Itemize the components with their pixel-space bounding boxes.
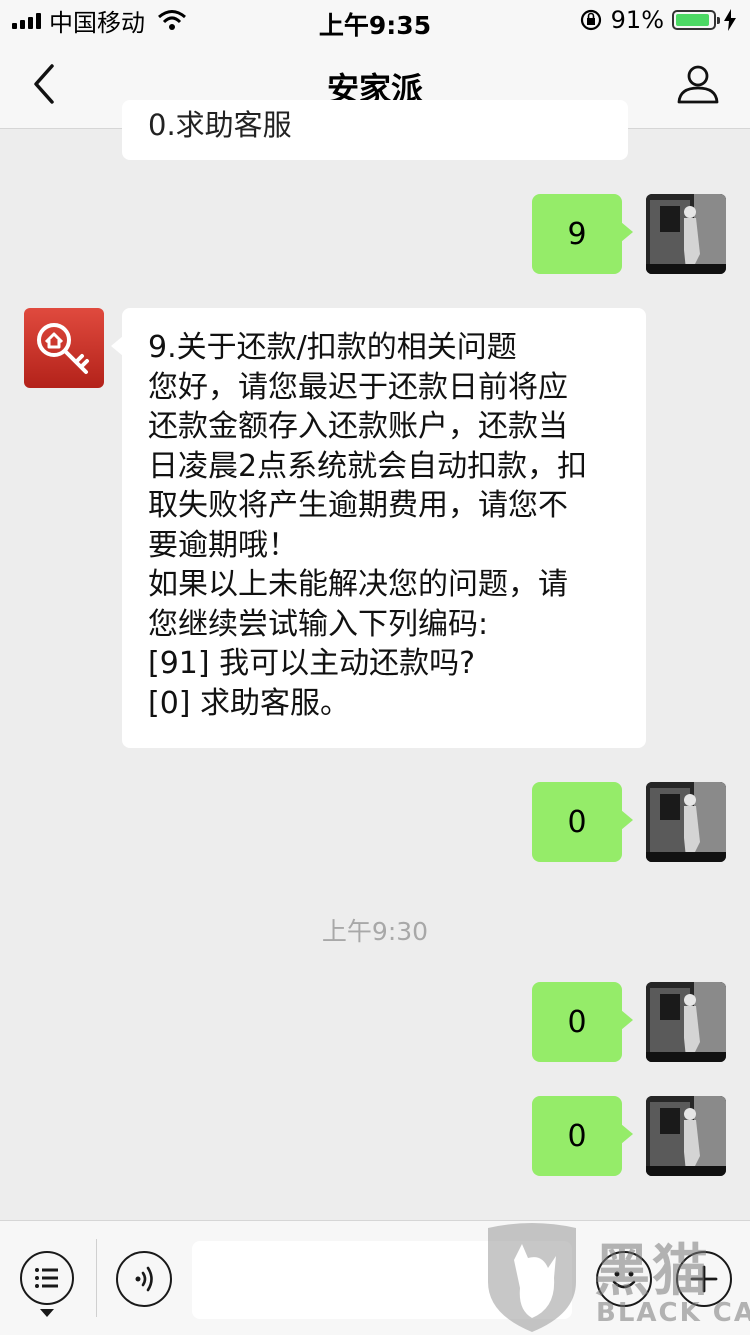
user-photo-icon [646, 194, 726, 274]
message-input[interactable] [192, 1241, 572, 1319]
bot-message-partial-text: 0.求助客服 [148, 108, 292, 142]
self-message-text: 0 [567, 1118, 587, 1154]
more-options-button[interactable] [676, 1251, 732, 1307]
plus-icon [690, 1265, 718, 1293]
self-message-text: 0 [567, 1004, 587, 1040]
voice-icon [135, 1266, 153, 1292]
rotation-lock-icon [580, 9, 601, 31]
status-bar: 中国移动 上午9:35 91% [0, 0, 750, 40]
battery-percent: 91% [610, 6, 664, 34]
back-arrow-icon[interactable] [26, 62, 66, 106]
user-photo-icon [646, 1096, 726, 1176]
self-message-text: 9 [567, 216, 587, 252]
self-message-bubble[interactable]: 0 [532, 1096, 633, 1176]
bot-reply-line: 日凌晨2点系统就会自动扣款，扣 [148, 448, 588, 484]
user-photo-icon [646, 782, 726, 862]
bot-reply-line: 9.关于还款/扣款的相关问题 [148, 330, 517, 365]
dropdown-caret-icon [40, 1309, 54, 1317]
bot-reply-line: 您好，请您最迟于还款日前将应 [148, 369, 568, 405]
list-menu-icon [35, 1268, 58, 1288]
user-photo-icon [646, 982, 726, 1062]
profile-icon[interactable] [676, 62, 720, 106]
charging-bolt-icon [724, 9, 736, 31]
user-avatar[interactable] [646, 982, 726, 1062]
bot-reply-line: [91] 我可以主动还款吗? [148, 646, 476, 681]
user-avatar[interactable] [646, 1096, 726, 1176]
house-key-logo-icon [37, 323, 89, 374]
status-right: 91% [579, 6, 736, 34]
bot-reply-line: 还款金额存入还款账户，还款当 [148, 409, 568, 444]
chat-timestamp: 上午9:30 [321, 917, 429, 946]
voice-input-button[interactable] [116, 1251, 172, 1307]
smiley-icon [612, 1271, 636, 1289]
menu-toggle-button[interactable] [20, 1251, 74, 1305]
user-avatar[interactable] [646, 194, 726, 274]
bot-reply-line: 您继续尝试输入下列编码: [148, 606, 489, 642]
self-message-text: 0 [567, 804, 587, 840]
user-avatar[interactable] [646, 782, 726, 862]
bot-reply-line: [0] 求助客服。 [148, 685, 351, 721]
input-toolbar [0, 1220, 750, 1335]
self-message-bubble[interactable]: 0 [532, 782, 633, 862]
bot-reply-line: 要逾期哦！ [148, 527, 298, 563]
bot-reply-line: 取失败将产生逾期费用，请您不 [148, 488, 568, 523]
self-message-bubble[interactable]: 0 [532, 982, 633, 1062]
emoji-button[interactable] [596, 1251, 652, 1307]
bot-message-partial: 0.求助客服 [122, 100, 628, 160]
battery-icon [672, 10, 720, 30]
bot-reply-line: 如果以上未能解决您的问题，请 [148, 567, 568, 602]
bot-message-bubble[interactable]: 9.关于还款/扣款的相关问题 您好，请您最迟于还款日前将应 还款金额存入还款账户… [111, 308, 646, 748]
toolbar-divider [96, 1239, 97, 1317]
bot-avatar[interactable] [24, 308, 104, 388]
battery-fill [676, 14, 709, 26]
self-message-bubble[interactable]: 9 [532, 194, 633, 274]
